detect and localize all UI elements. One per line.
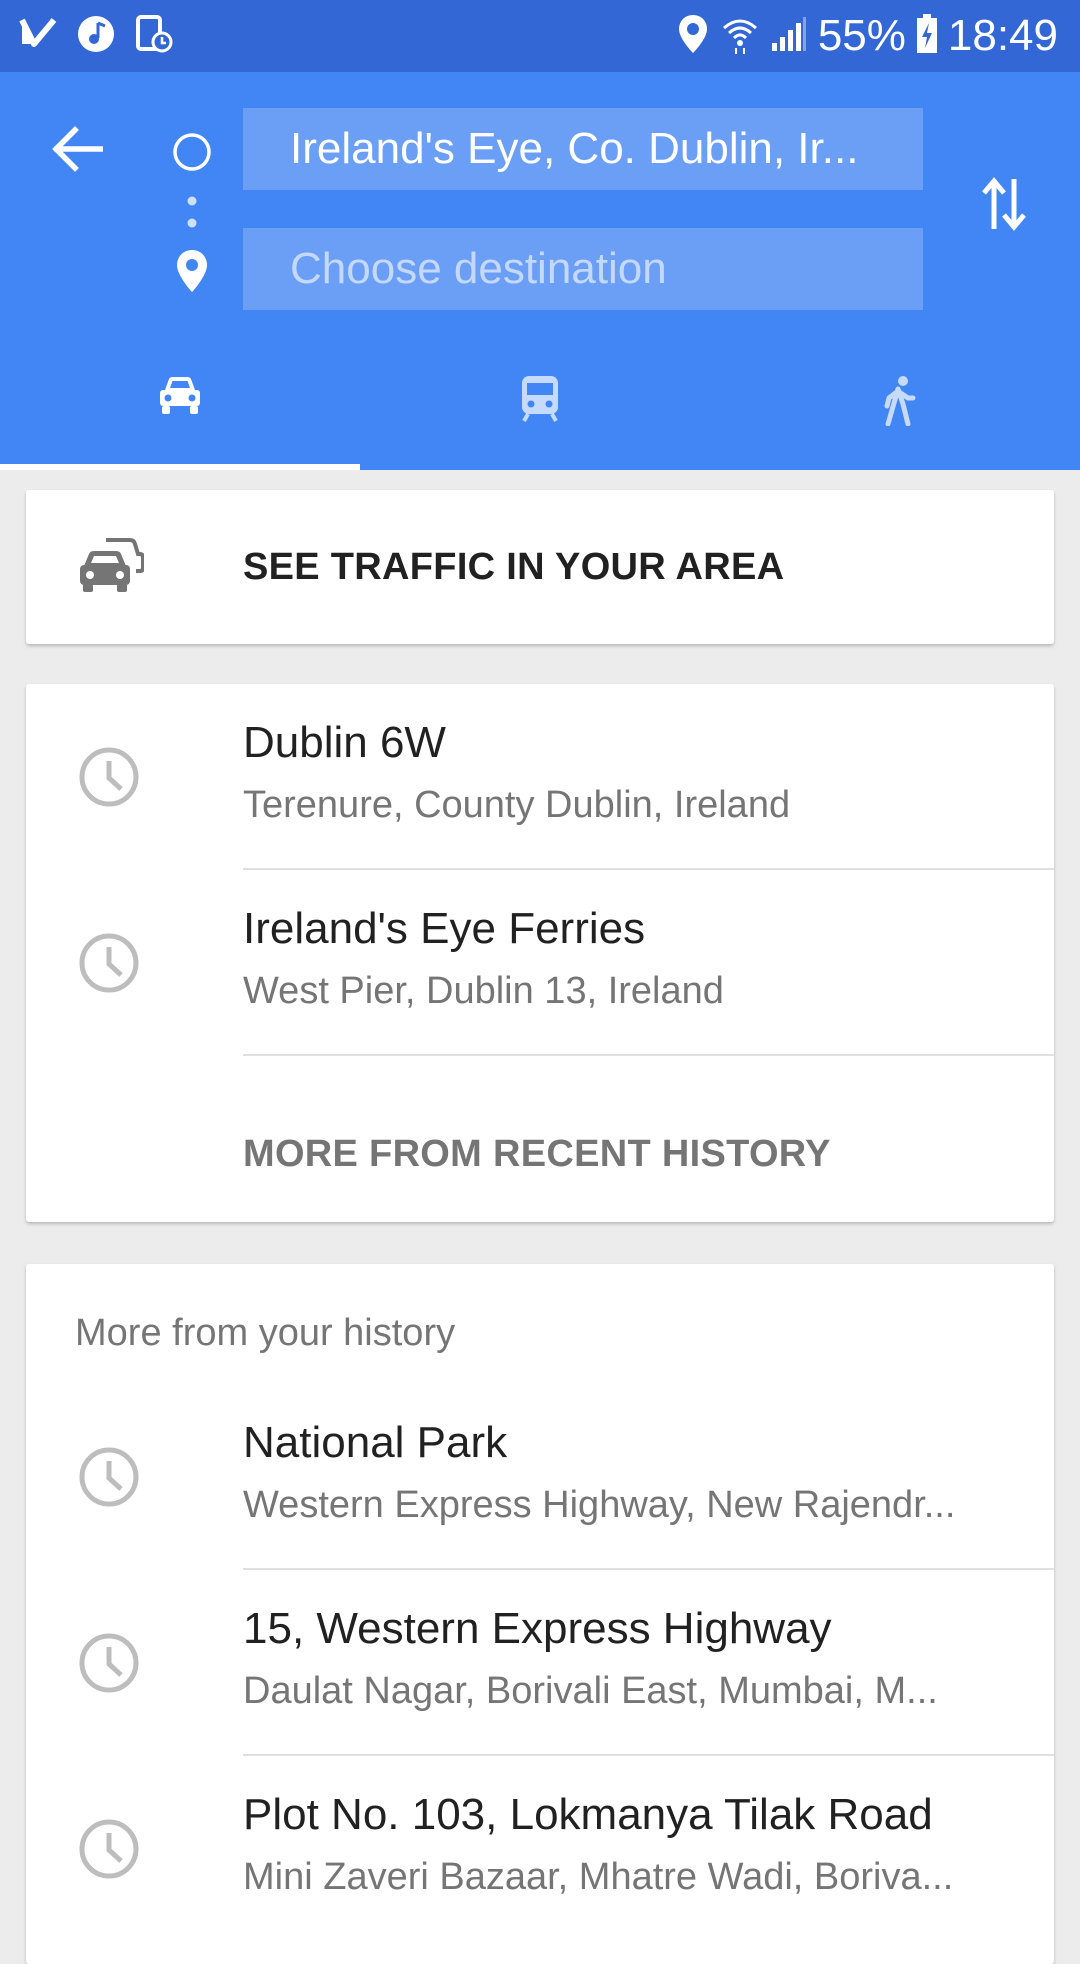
- clock-time: 18:49: [947, 11, 1058, 60]
- back-arrow-icon: [51, 125, 104, 177]
- list-item-title: Ireland's Eye Ferries: [243, 904, 646, 953]
- list-item[interactable]: Plot No. 103, Lokmanya Tilak Road Mini Z…: [26, 1756, 1054, 1942]
- status-bar: 55% 18:49: [0, 0, 1080, 72]
- status-right-icons: 55% 18:49: [676, 8, 1058, 64]
- transit-icon: [520, 364, 560, 427]
- history-card: More from your history National Park Wes…: [26, 1264, 1054, 1964]
- swap-origin-destination-button[interactable]: [972, 172, 1036, 240]
- tab-driving[interactable]: [0, 364, 360, 470]
- list-item-subtitle: Mini Zaveri Bazaar, Mhatre Wadi, Boriva.…: [243, 1856, 954, 1898]
- list-item-subtitle: Western Express Highway, New Rajendr...: [243, 1484, 956, 1526]
- status-left-icons: [18, 12, 174, 60]
- list-item-title: National Park: [243, 1418, 508, 1467]
- clock-icon: [78, 1818, 140, 1885]
- more-from-recent-history-button[interactable]: MORE FROM RECENT HISTORY: [243, 1104, 831, 1204]
- origin-circle-icon: [172, 132, 212, 177]
- list-item-title: Plot No. 103, Lokmanya Tilak Road: [243, 1790, 933, 1839]
- history-heading: More from your history: [75, 1312, 456, 1354]
- car-icon: [157, 364, 203, 421]
- location-icon: [676, 13, 710, 60]
- selected-tab-indicator: [0, 464, 360, 470]
- traffic-label: SEE TRAFFIC IN YOUR AREA: [243, 546, 785, 588]
- list-item-subtitle: Daulat Nagar, Borivali East, Mumbai, M..…: [243, 1670, 938, 1712]
- clock-icon: [78, 932, 140, 999]
- wifi-icon: [720, 14, 760, 59]
- list-item[interactable]: Ireland's Eye Ferries West Pier, Dublin …: [26, 870, 1054, 1056]
- directions-header: Ireland's Eye, Co. Dublin, Ir... Choose …: [0, 72, 1080, 470]
- destination-input[interactable]: Choose destination: [243, 228, 923, 310]
- tab-walking[interactable]: [720, 364, 1080, 470]
- origin-input[interactable]: Ireland's Eye, Co. Dublin, Ir...: [243, 108, 923, 190]
- list-item[interactable]: National Park Western Express Highway, N…: [26, 1384, 1054, 1570]
- traffic-icon: [80, 538, 145, 599]
- music-icon: [76, 14, 116, 59]
- destination-pin-icon: [174, 248, 210, 299]
- swap-arrows-icon: [981, 175, 1027, 238]
- walk-icon: [882, 364, 918, 431]
- recent-history-card: Dublin 6W Terenure, County Dublin, Irela…: [26, 684, 1054, 1222]
- list-item-subtitle: West Pier, Dublin 13, Ireland: [243, 970, 724, 1012]
- list-item[interactable]: Dublin 6W Terenure, County Dublin, Irela…: [26, 684, 1054, 870]
- battery-percent: 55%: [817, 11, 906, 60]
- screen-record-icon: [134, 14, 174, 59]
- clock-icon: [78, 1446, 140, 1513]
- signal-icon: [770, 15, 808, 58]
- divider: [243, 1054, 1054, 1056]
- check-icon: [18, 14, 58, 59]
- list-item[interactable]: 15, Western Express Highway Daulat Nagar…: [26, 1570, 1054, 1756]
- list-item-subtitle: Terenure, County Dublin, Ireland: [243, 784, 791, 826]
- back-button[interactable]: [44, 118, 110, 184]
- clock-icon: [78, 1632, 140, 1699]
- tab-transit[interactable]: [360, 364, 720, 470]
- battery-charging-icon: [916, 13, 938, 59]
- route-dots-icon: [186, 195, 198, 236]
- list-item-title: Dublin 6W: [243, 718, 446, 767]
- traffic-card[interactable]: SEE TRAFFIC IN YOUR AREA: [26, 490, 1054, 644]
- list-item-title: 15, Western Express Highway: [243, 1604, 832, 1653]
- clock-icon: [78, 746, 140, 813]
